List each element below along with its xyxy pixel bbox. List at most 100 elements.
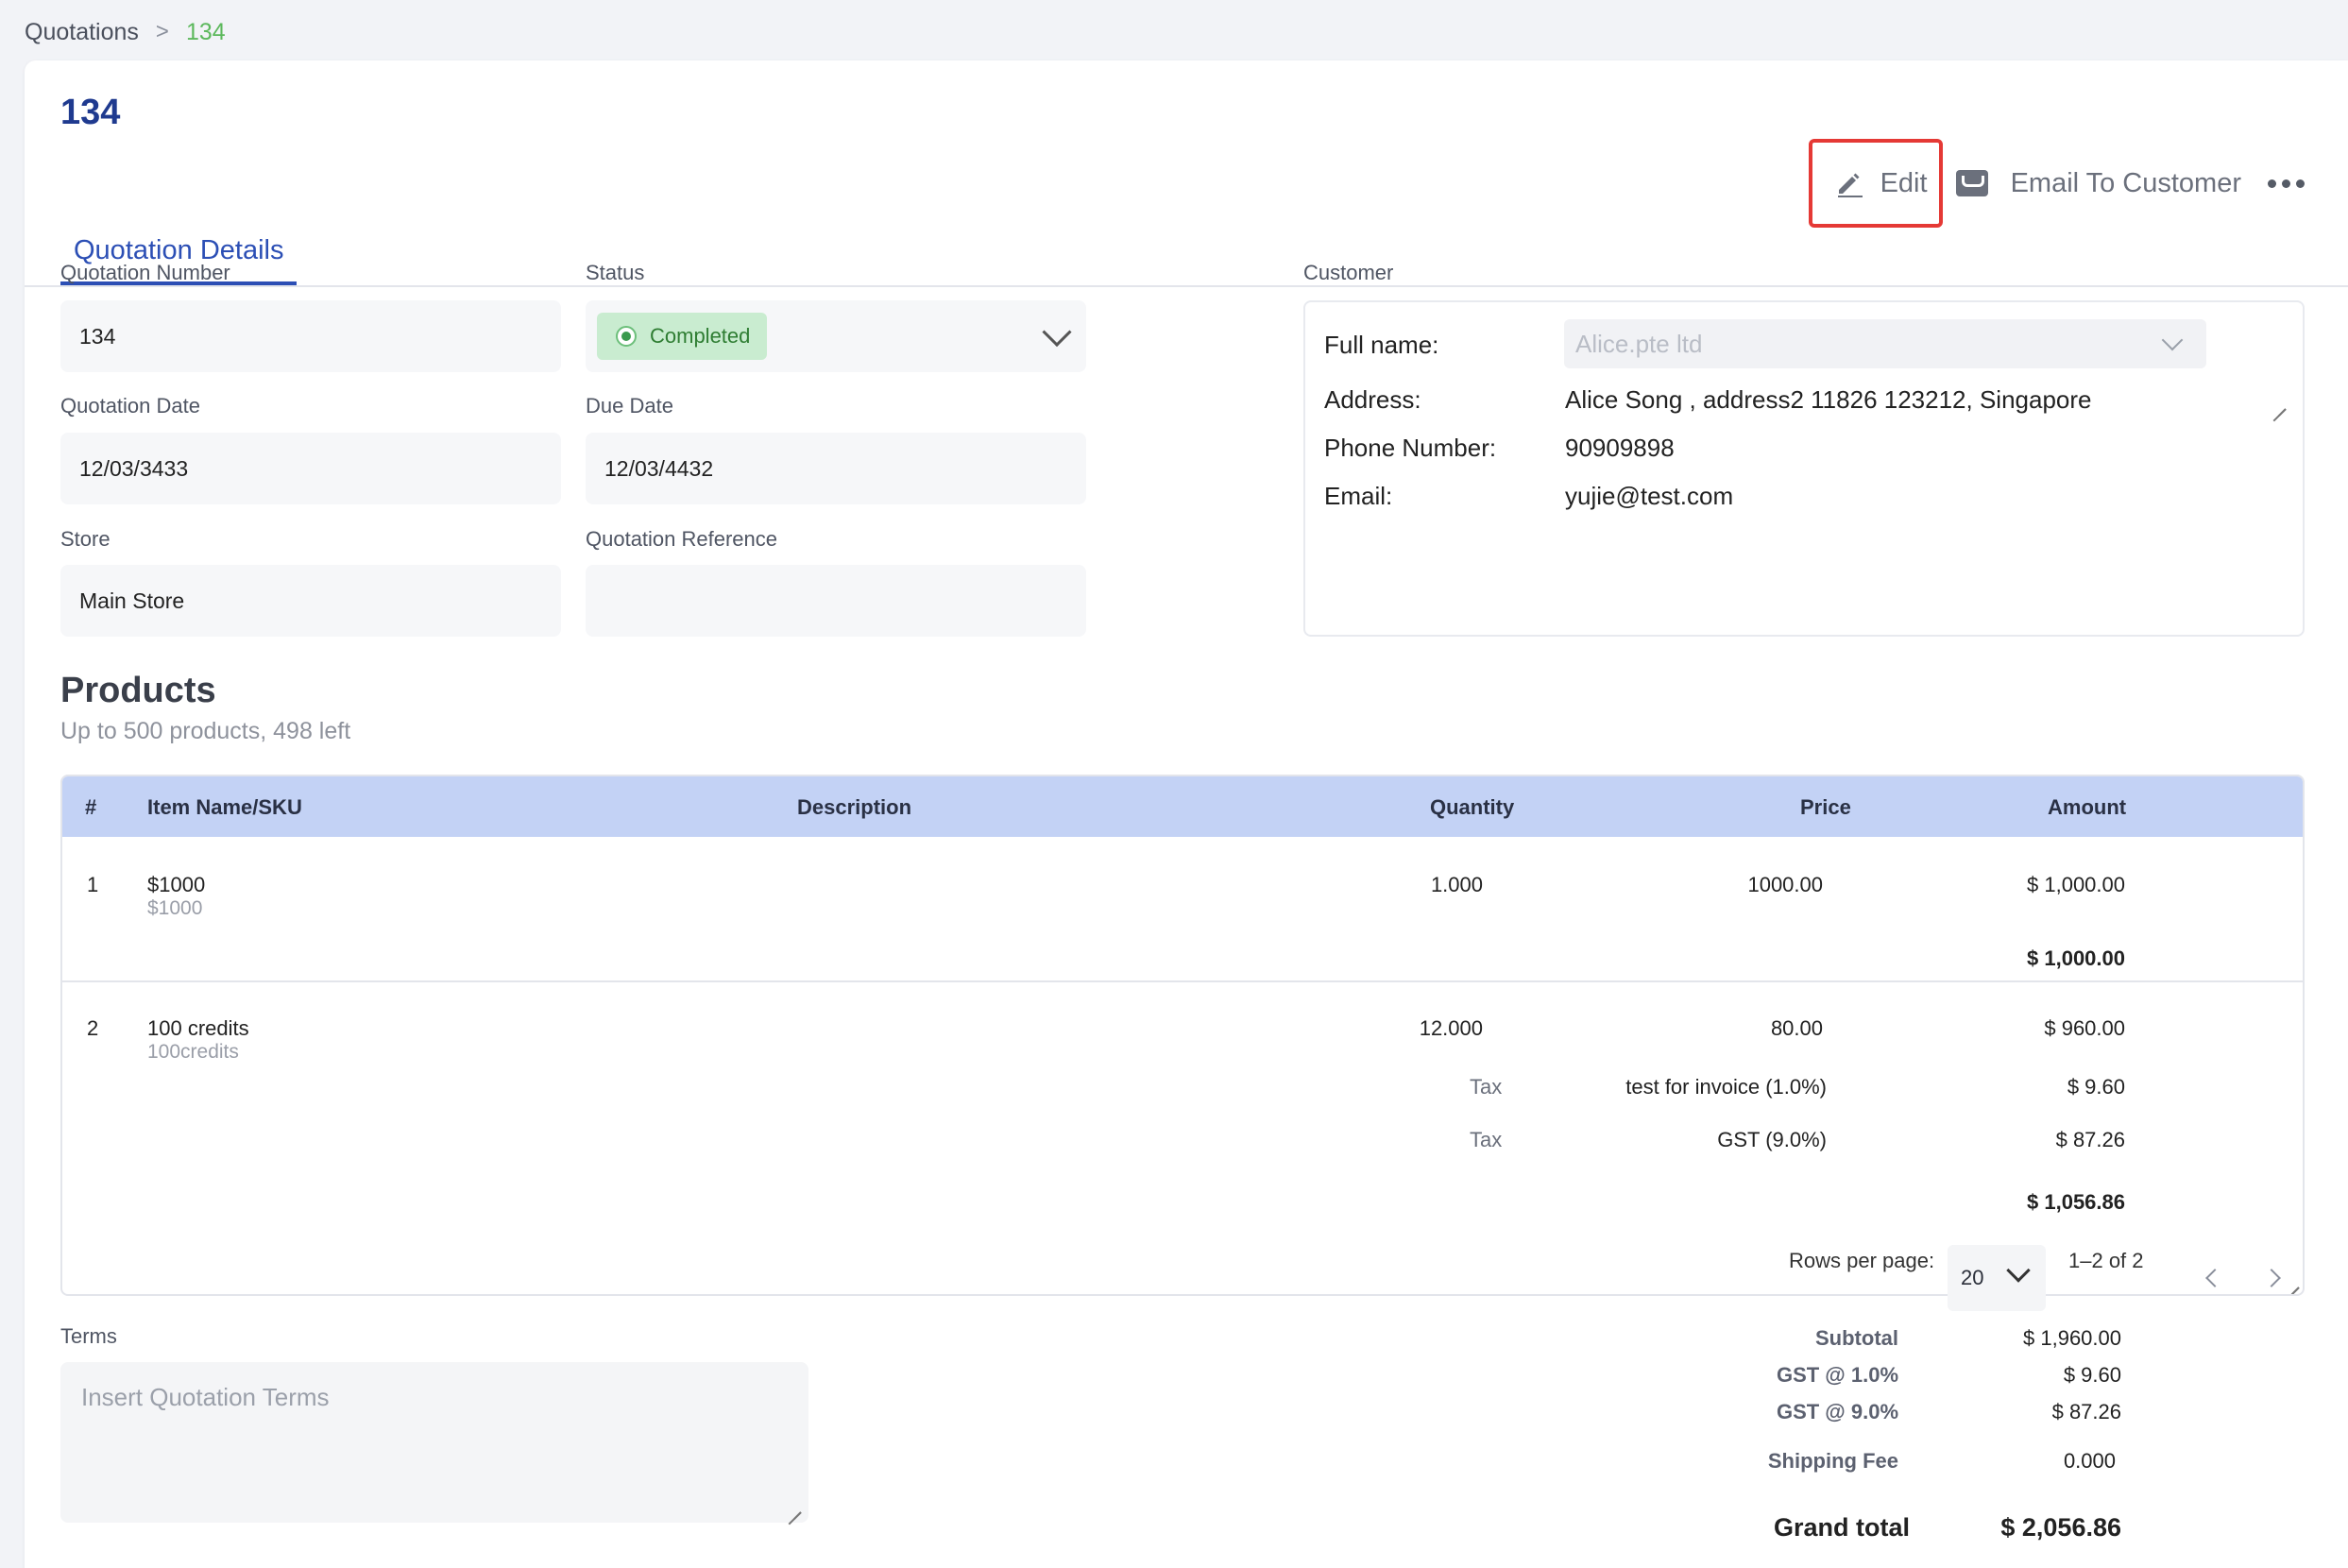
column-header-price: Price bbox=[1800, 795, 1851, 819]
customer-fullname-select[interactable]: Alice.pte ltd bbox=[1564, 319, 2206, 368]
page-title: 134 bbox=[60, 93, 121, 132]
due-date-label: Due Date bbox=[586, 394, 673, 418]
quotation-date-value: 12/03/3433 bbox=[79, 455, 189, 481]
customer-panel: Full name: Alice.pte ltd Address: Alice … bbox=[1303, 300, 2305, 637]
quotation-date-label: Quotation Date bbox=[60, 394, 200, 418]
shipping-fee-label: Shipping Fee bbox=[1767, 1449, 1898, 1473]
status-dot-icon bbox=[616, 326, 637, 347]
more-options-icon[interactable] bbox=[2268, 179, 2305, 188]
resize-handle-icon[interactable] bbox=[786, 1500, 801, 1515]
status-value: Completed bbox=[650, 324, 751, 348]
quotation-card: 134 Quotation Details Edit Email To Cust… bbox=[25, 60, 2348, 1568]
store-field[interactable]: Main Store bbox=[60, 565, 561, 637]
products-subtitle: Up to 500 products, 498 left bbox=[60, 718, 351, 744]
email-value: yujie@test.com bbox=[1565, 482, 1734, 510]
rows-per-page-label: Rows per page: bbox=[1789, 1249, 1935, 1272]
quotation-reference-field[interactable] bbox=[586, 565, 1086, 637]
edit-button[interactable]: Edit bbox=[1808, 139, 1943, 228]
terms-textarea[interactable]: Insert Quotation Terms bbox=[60, 1362, 808, 1523]
row-item-sku: 100credits bbox=[147, 1041, 239, 1063]
row-tax-amount: $ 9.60 bbox=[2067, 1075, 2125, 1099]
column-header-item: Item Name/SKU bbox=[147, 795, 302, 819]
resize-handle-icon[interactable] bbox=[2271, 397, 2286, 412]
customer-email-row: Email: yujie@test.com bbox=[1324, 482, 1733, 511]
breadcrumb-quotations-link[interactable]: Quotations bbox=[25, 19, 139, 46]
terms-placeholder: Insert Quotation Terms bbox=[81, 1383, 330, 1411]
rows-per-page-value: 20 bbox=[1961, 1266, 1984, 1289]
address-value: Alice Song , address2 11826 123212, Sing… bbox=[1565, 385, 2092, 414]
quotation-number-label: Quotation Number bbox=[60, 261, 230, 284]
due-date-value: 12/03/4432 bbox=[604, 455, 714, 481]
row-total: $ 1,056.86 bbox=[2027, 1190, 2125, 1214]
row-item-name: $1000 bbox=[147, 873, 206, 896]
envelope-icon bbox=[1955, 170, 1988, 196]
gst-9-value: $ 87.26 bbox=[2051, 1400, 2121, 1423]
products-table: # Item Name/SKU Description Quantity Pri… bbox=[60, 775, 2305, 1296]
pencil-icon bbox=[1837, 173, 1863, 197]
address-label: Address: bbox=[1324, 385, 1421, 414]
store-label: Store bbox=[60, 527, 111, 551]
row-tax-name: test for invoice (1.0%) bbox=[1625, 1075, 1827, 1099]
customer-fullname-placeholder: Alice.pte ltd bbox=[1575, 329, 1703, 358]
breadcrumb-separator: > bbox=[155, 19, 169, 44]
phone-value: 90909898 bbox=[1565, 434, 1675, 462]
row-item-sku: $1000 bbox=[147, 897, 203, 919]
row-index: 1 bbox=[87, 873, 99, 896]
status-select[interactable]: Completed bbox=[586, 300, 1086, 372]
row-quantity: 12.000 bbox=[1419, 1016, 1483, 1040]
header-actions: Edit Email To Customer bbox=[1808, 139, 2305, 228]
column-header-description: Description bbox=[797, 795, 912, 819]
gst-1-value: $ 9.60 bbox=[2063, 1363, 2121, 1387]
row-price: 80.00 bbox=[1770, 1016, 1823, 1040]
rows-per-page-select[interactable]: 20 bbox=[1948, 1245, 2046, 1311]
email-label: Email: bbox=[1324, 482, 1393, 510]
quotation-number-field[interactable]: 134 bbox=[60, 300, 561, 372]
customer-fullname-row: Full name: bbox=[1324, 331, 1565, 360]
row-amount: $ 960.00 bbox=[2044, 1016, 2125, 1040]
quotation-reference-label: Quotation Reference bbox=[586, 527, 778, 551]
customer-phone-row: Phone Number: 90909898 bbox=[1324, 434, 1675, 463]
grand-total-value: $ 2,056.86 bbox=[2000, 1513, 2121, 1542]
table-header: # Item Name/SKU Description Quantity Pri… bbox=[62, 776, 2303, 837]
fullname-label: Full name: bbox=[1324, 331, 1439, 359]
edit-label: Edit bbox=[1880, 167, 1928, 198]
due-date-field[interactable]: 12/03/4432 bbox=[586, 433, 1086, 504]
status-badge: Completed bbox=[597, 313, 768, 360]
grand-total-label: Grand total bbox=[1773, 1513, 1910, 1542]
email-to-customer-label: Email To Customer bbox=[2010, 167, 2241, 198]
status-label: Status bbox=[586, 261, 645, 284]
row-tax-label: Tax bbox=[1470, 1075, 1503, 1099]
row-price: 1000.00 bbox=[1747, 873, 1823, 896]
subtotal-label: Subtotal bbox=[1815, 1326, 1898, 1350]
phone-label: Phone Number: bbox=[1324, 434, 1497, 462]
terms-label: Terms bbox=[60, 1324, 117, 1348]
subtotal-value: $ 1,960.00 bbox=[2023, 1326, 2121, 1350]
column-header-quantity: Quantity bbox=[1430, 795, 1515, 819]
row-index: 2 bbox=[87, 1016, 99, 1040]
row-quantity: 1.000 bbox=[1430, 873, 1483, 896]
row-item-name: 100 credits bbox=[147, 1016, 249, 1040]
row-total: $ 1,000.00 bbox=[2027, 946, 2125, 970]
resize-handle-icon[interactable] bbox=[2284, 1275, 2299, 1290]
row-divider bbox=[62, 980, 2303, 982]
pagination-range: 1–2 of 2 bbox=[2068, 1249, 2144, 1272]
row-tax-amount: $ 87.26 bbox=[2055, 1128, 2125, 1151]
customer-label: Customer bbox=[1303, 261, 1394, 284]
chevron-down-icon bbox=[2006, 1258, 2031, 1283]
gst-1-label: GST @ 1.0% bbox=[1776, 1363, 1898, 1387]
row-amount: $ 1,000.00 bbox=[2027, 873, 2125, 896]
customer-address-row: Address: Alice Song , address2 11826 123… bbox=[1324, 385, 2092, 415]
chevron-down-icon bbox=[1042, 317, 1072, 348]
email-to-customer-button[interactable]: Email To Customer bbox=[1955, 167, 2241, 199]
quotation-number-value: 134 bbox=[79, 323, 116, 349]
breadcrumb-current: 134 bbox=[185, 18, 226, 45]
row-tax-name: GST (9.0%) bbox=[1717, 1128, 1827, 1151]
column-header-index: # bbox=[85, 795, 97, 819]
quotation-date-field[interactable]: 12/03/3433 bbox=[60, 433, 561, 504]
shipping-fee-value[interactable]: 0.000 bbox=[1942, 1449, 2116, 1474]
store-value: Main Store bbox=[79, 588, 185, 613]
gst-9-label: GST @ 9.0% bbox=[1776, 1400, 1898, 1423]
column-header-amount: Amount bbox=[2048, 795, 2127, 819]
breadcrumb: Quotations > 134 bbox=[25, 13, 226, 51]
chevron-down-icon bbox=[2161, 329, 2184, 351]
